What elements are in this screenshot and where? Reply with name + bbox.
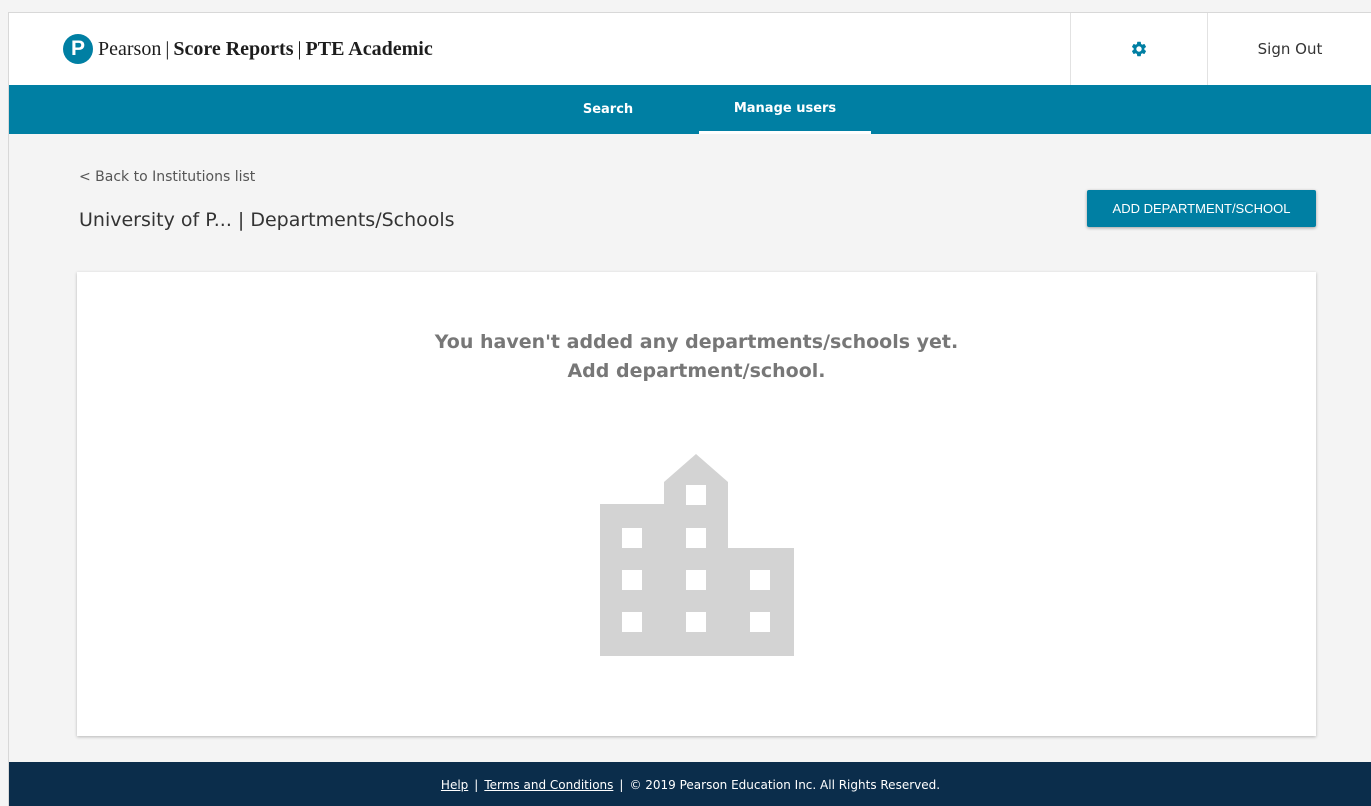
empty-state-message: You haven't added any departments/school… [77, 328, 1316, 386]
sign-out-button[interactable]: Sign Out [1207, 13, 1371, 85]
top-header: P Pearson | Score Reports | PTE Academic… [9, 13, 1371, 85]
page-footer: Help | Terms and Conditions | © 2019 Pea… [9, 762, 1371, 806]
copyright-text: © 2019 Pearson Education Inc. All Rights… [629, 777, 941, 792]
brand-name: Pearson [98, 37, 162, 60]
product-name: Score Reports [173, 37, 294, 60]
back-to-institutions-link[interactable]: < Back to Institutions list [79, 169, 255, 185]
building-icon [600, 454, 794, 656]
empty-state-line-1: You haven't added any departments/school… [434, 331, 959, 353]
brand-separator: | [297, 37, 302, 60]
terms-link[interactable]: Terms and Conditions [484, 778, 613, 792]
page-title: University of P... | Departments/Schools [79, 209, 455, 231]
pearson-logo-icon: P [63, 34, 93, 64]
brand-separator: | [165, 37, 170, 60]
add-department-button[interactable]: ADD DEPARTMENT/SCHOOL [1087, 190, 1316, 227]
tab-search[interactable]: Search [549, 85, 667, 134]
empty-state-line-2: Add department/school. [567, 360, 826, 382]
subproduct-name: PTE Academic [305, 37, 433, 60]
footer-separator: | [619, 777, 624, 792]
main-nav: Search Manage users [9, 85, 1371, 134]
footer-separator: | [474, 777, 479, 792]
help-link[interactable]: Help [441, 778, 468, 792]
brand-lockup[interactable]: P Pearson | Score Reports | PTE Academic [63, 33, 433, 65]
tab-manage-users[interactable]: Manage users [699, 85, 871, 134]
departments-panel: You haven't added any departments/school… [77, 272, 1316, 736]
settings-button[interactable] [1070, 13, 1207, 85]
app-frame: P Pearson | Score Reports | PTE Academic… [8, 12, 1371, 806]
gear-icon [1131, 41, 1147, 57]
